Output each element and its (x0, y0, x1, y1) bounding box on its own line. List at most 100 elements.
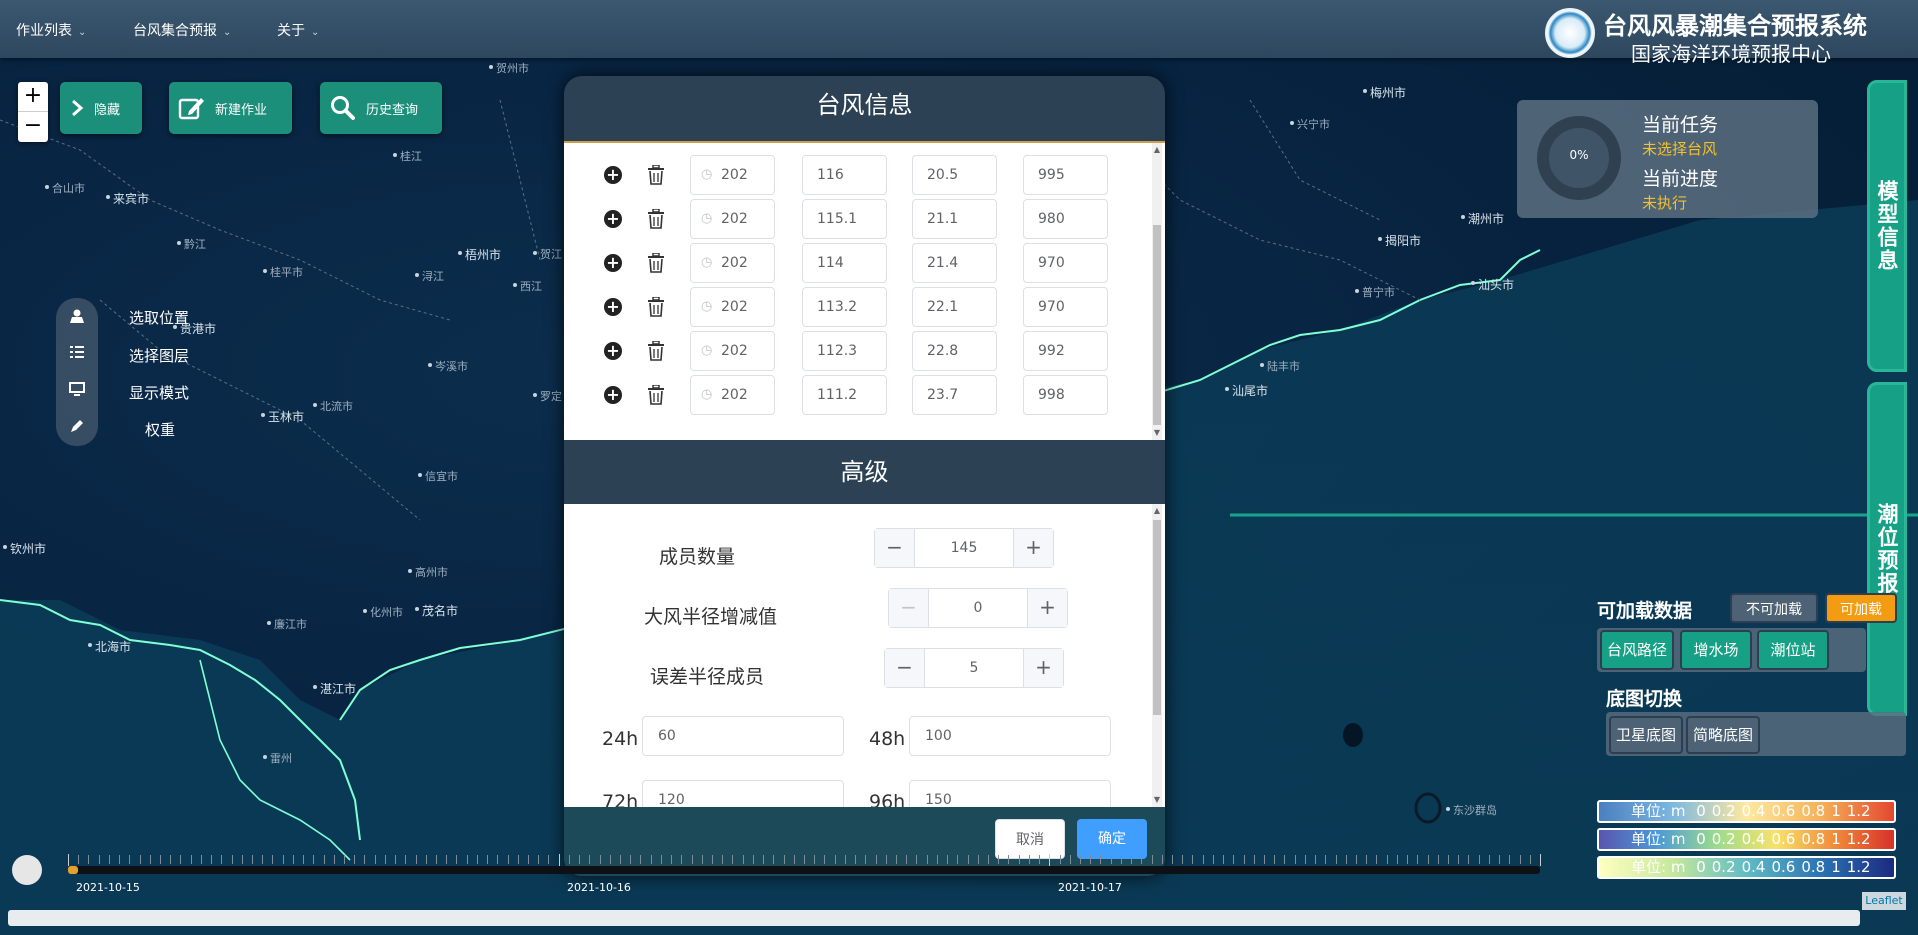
track-latitude-input[interactable]: 21.1 (912, 199, 997, 239)
add-row-icon[interactable]: + (604, 386, 622, 404)
track-time-input[interactable]: 202 (690, 199, 775, 239)
typhoon-track-layer-button[interactable]: 台风路径 (1600, 630, 1674, 670)
scroll-up-icon[interactable]: ▲ (1152, 145, 1162, 154)
scroll-thumb[interactable] (1153, 520, 1161, 715)
track-pressure-input[interactable]: 970 (1023, 243, 1108, 283)
add-row-icon[interactable]: + (604, 254, 622, 272)
monitor-icon[interactable] (69, 381, 85, 397)
hour-label-96h: 96h (869, 791, 906, 807)
tool-label-select-layer[interactable]: 选择图层 (129, 345, 189, 366)
tab-model-info[interactable]: 模型信息 (1867, 80, 1907, 372)
track-pressure-input[interactable]: 970 (1023, 287, 1108, 327)
error-radius-increment-button[interactable]: + (1023, 649, 1063, 687)
track-longitude-input[interactable]: 111.2 (802, 375, 887, 415)
confirm-button[interactable]: 确定 (1077, 819, 1147, 859)
delete-row-icon[interactable] (647, 296, 665, 317)
error-radius-value[interactable]: 5 (925, 649, 1023, 687)
scroll-down-icon[interactable]: ▼ (1152, 428, 1162, 437)
timeline-tick (1366, 855, 1368, 864)
loadable-toggle[interactable]: 可加载 (1825, 593, 1897, 623)
track-time-input[interactable]: 202 (690, 155, 775, 195)
satellite-basemap-button[interactable]: 卫星底图 (1609, 716, 1683, 754)
timeline-tick (824, 855, 826, 864)
delete-row-icon[interactable] (647, 340, 665, 361)
scroll-down-icon[interactable]: ▼ (1152, 795, 1162, 804)
radius-48h-input[interactable]: 100 (909, 716, 1111, 756)
track-latitude-input[interactable]: 22.1 (912, 287, 997, 327)
track-latitude-input[interactable]: 21.4 (912, 243, 997, 283)
track-longitude-input[interactable]: 116 (802, 155, 887, 195)
timeline-tick (1345, 855, 1347, 864)
tool-label-select-location[interactable]: 选取位置 (129, 307, 189, 328)
member-count-value[interactable]: 145 (915, 529, 1013, 567)
delete-row-icon[interactable] (647, 208, 665, 229)
track-longitude-input[interactable]: 114 (802, 243, 887, 283)
error-radius-decrement-button[interactable]: − (885, 649, 925, 687)
member-count-decrement-button[interactable]: − (875, 529, 915, 567)
menu-item-typhoon-ensemble[interactable]: 台风集合预报 ⌄ (133, 20, 231, 40)
tide-station-layer-button[interactable]: 潮位站 (1757, 630, 1829, 670)
zoom-out-button[interactable]: − (18, 112, 48, 142)
delete-row-icon[interactable] (647, 164, 665, 185)
track-time-input[interactable]: 202 (690, 243, 775, 283)
history-query-button[interactable]: 历史查询 (320, 82, 442, 134)
legend-tick: 0.6 (1771, 858, 1796, 876)
track-latitude-input[interactable]: 23.7 (912, 375, 997, 415)
track-pressure-input[interactable]: 980 (1023, 199, 1108, 239)
track-time-input[interactable]: 202 (690, 331, 775, 371)
system-subtitle: 国家海洋环境预报中心 (1631, 42, 1831, 66)
system-title: 台风风暴潮集合预报系统 (1603, 12, 1867, 40)
add-row-icon[interactable]: + (604, 166, 622, 184)
track-longitude-input[interactable]: 112.3 (802, 331, 887, 371)
wind-radius-value[interactable]: 0 (929, 589, 1027, 627)
scroll-thumb[interactable] (1153, 225, 1161, 425)
menu-item-about[interactable]: 关于 ⌄ (277, 20, 319, 40)
pen-icon[interactable] (69, 418, 85, 434)
wind-radius-stepper[interactable]: − 0 + (888, 588, 1068, 628)
track-pressure-input[interactable]: 995 (1023, 155, 1108, 195)
menu-item-job-list[interactable]: 作业列表 ⌄ (16, 20, 86, 40)
track-latitude-input[interactable]: 22.8 (912, 331, 997, 371)
not-loadable-toggle[interactable]: 不可加载 (1730, 593, 1818, 623)
simple-basemap-button[interactable]: 简略底图 (1686, 716, 1760, 754)
radius-24h-input[interactable]: 60 (642, 716, 844, 756)
hide-button[interactable]: 隐藏 (60, 82, 142, 134)
delete-row-icon[interactable] (647, 252, 665, 273)
add-row-icon[interactable]: + (604, 342, 622, 360)
cancel-button[interactable]: 取消 (995, 819, 1065, 859)
wind-radius-increment-button[interactable]: + (1027, 589, 1067, 627)
track-time-input[interactable]: 202 (690, 287, 775, 327)
horizontal-scrollbar[interactable] (8, 910, 1860, 926)
list-icon[interactable] (69, 344, 85, 360)
track-scrollbar[interactable]: ▲ ▼ (1152, 143, 1162, 440)
timeline-track[interactable] (68, 866, 1540, 874)
delete-row-icon[interactable] (647, 384, 665, 405)
tool-label-weight[interactable]: 权重 (145, 419, 175, 440)
member-count-increment-button[interactable]: + (1013, 529, 1053, 567)
add-row-icon[interactable]: + (604, 298, 622, 316)
track-pressure-input[interactable]: 992 (1023, 331, 1108, 371)
track-latitude-input[interactable]: 20.5 (912, 155, 997, 195)
member-count-stepper[interactable]: − 145 + (874, 528, 1054, 568)
map-label: 揭阳市 (1377, 234, 1422, 248)
tab-tide-forecast[interactable]: 潮位预报 (1867, 382, 1907, 716)
advanced-scrollbar[interactable]: ▲ ▼ (1152, 504, 1162, 807)
wind-radius-decrement-button[interactable]: − (889, 589, 929, 627)
map-marker-icon[interactable] (69, 308, 85, 324)
play-button[interactable] (12, 855, 42, 885)
track-longitude-input[interactable]: 113.2 (802, 287, 887, 327)
map-label: 岑溪市 (428, 360, 468, 373)
new-job-button[interactable]: 新建作业 (169, 82, 292, 134)
add-row-icon[interactable]: + (604, 210, 622, 228)
track-longitude-input[interactable]: 115.1 (802, 199, 887, 239)
error-radius-stepper[interactable]: − 5 + (884, 648, 1064, 688)
tool-label-display-mode[interactable]: 显示模式 (129, 382, 189, 403)
radius-96h-input[interactable]: 150 (909, 780, 1111, 807)
track-time-input[interactable]: 202 (690, 375, 775, 415)
zoom-in-button[interactable]: + (18, 82, 48, 112)
leaflet-attribution-link[interactable]: Leaflet (1862, 892, 1906, 910)
surge-field-layer-button[interactable]: 增水场 (1680, 630, 1752, 670)
scroll-up-icon[interactable]: ▲ (1152, 506, 1162, 515)
radius-72h-input[interactable]: 120 (642, 780, 844, 807)
track-pressure-input[interactable]: 998 (1023, 375, 1108, 415)
